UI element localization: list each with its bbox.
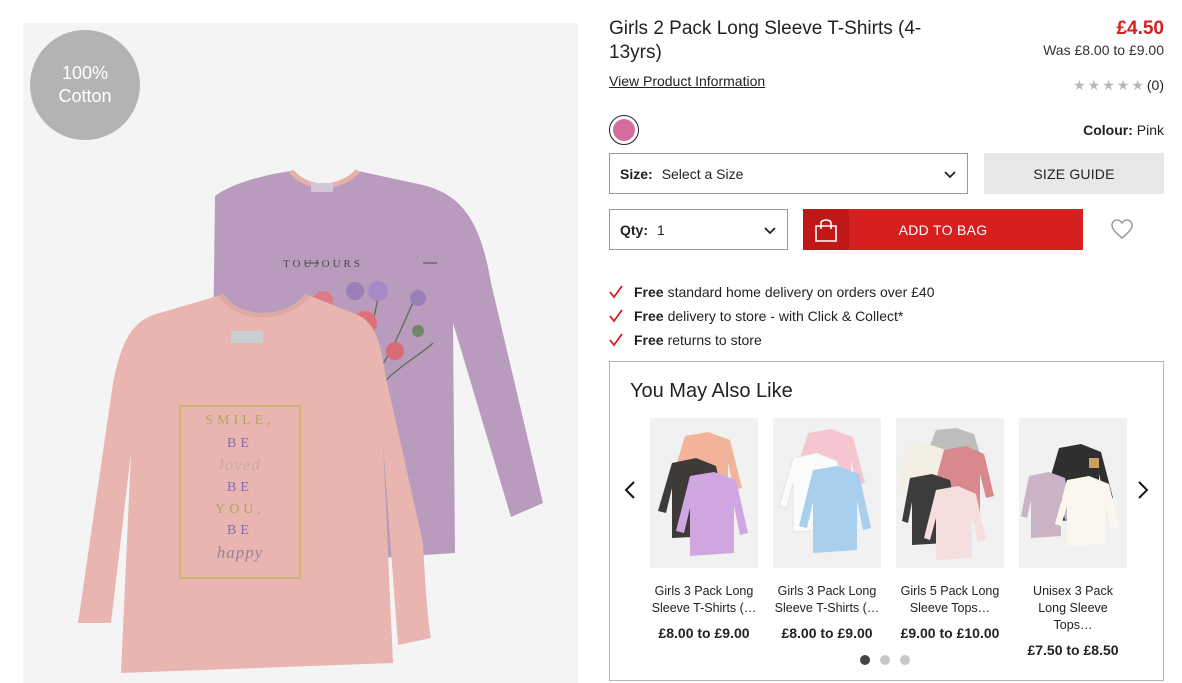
front-print-3: loved [219, 455, 261, 474]
chevron-right-icon[interactable] [1135, 480, 1151, 500]
rec-price: £9.00 to £10.00 [900, 625, 1000, 641]
quantity-dropdown[interactable]: Qty: 1 [609, 209, 788, 250]
qty-value: 1 [657, 221, 665, 238]
product-title: Girls 2 Pack Long Sleeve T-Shirts (4-13y… [609, 18, 922, 63]
front-print-2: BE [227, 436, 253, 451]
benefit-item: Free standard home delivery on orders ov… [609, 280, 935, 304]
benefit-bold: Free [634, 332, 664, 348]
rec-image [650, 418, 758, 568]
checkmark-icon [609, 333, 623, 347]
benefit-item: Free delivery to store - with Click & Co… [609, 304, 935, 328]
shopping-bag-icon [803, 209, 849, 250]
rec-card[interactable]: Unisex 3 Pack Long Sleeve Tops… £7.50 to… [1019, 418, 1127, 658]
back-print-text: TOUJOURS [283, 258, 363, 270]
star-icon: ★ [1073, 77, 1086, 93]
benefit-text: standard home delivery on orders over £4… [667, 284, 935, 300]
qty-label: Qty: [620, 221, 648, 238]
view-product-info-link[interactable]: View Product Information [609, 73, 765, 89]
benefit-item: Free returns to store [609, 328, 935, 352]
chevron-left-icon[interactable] [622, 480, 638, 500]
star-icon: ★ [1116, 77, 1130, 93]
carousel-pagination [860, 655, 910, 665]
benefit-text: delivery to store - with Click & Collect… [667, 308, 904, 324]
pagination-dot[interactable] [860, 655, 870, 665]
badge-line-2: Cotton [58, 86, 112, 106]
rec-card[interactable]: Girls 3 Pack Long Sleeve T-Shirts (… £8.… [650, 418, 758, 641]
chevron-down-icon [764, 227, 776, 235]
chevron-down-icon [944, 171, 956, 179]
rec-card[interactable]: Girls 5 Pack Long Sleeve Tops… £9.00 to … [896, 418, 1004, 641]
rec-card[interactable]: Girls 3 Pack Long Sleeve T-Shirts (… £8.… [773, 418, 881, 641]
rec-name: Girls 5 Pack Long Sleeve Tops… [900, 584, 1000, 615]
heart-icon[interactable] [1110, 218, 1134, 240]
checkmark-icon [609, 309, 623, 323]
colour-label: Colour: [1083, 122, 1133, 138]
checkmark-icon [609, 285, 623, 299]
pagination-dot[interactable] [880, 655, 890, 665]
size-dropdown[interactable]: Size: Select a Size [609, 153, 968, 194]
front-print-7: happy [217, 543, 264, 562]
product-image[interactable]: TOUJOURS SMILE, BE loved BE YOU, BE happ… [23, 23, 578, 683]
rec-image [896, 418, 1004, 568]
rec-image [1019, 418, 1127, 568]
star-icon: ★ [1087, 77, 1101, 93]
rec-name: Girls 3 Pack Long Sleeve T-Shirts (… [651, 584, 757, 615]
star-icon: ★ [1102, 77, 1115, 93]
you-may-also-like: You May Also Like Girls 3 Pack Long Slee… [609, 361, 1164, 681]
pink-shirt: SMILE, BE loved BE YOU, BE happy [78, 293, 431, 673]
size-label: Size: [620, 165, 653, 182]
recs-title: You May Also Like [630, 380, 793, 402]
colour-swatch-pink[interactable] [609, 115, 639, 145]
rating-count: (0) [1146, 77, 1164, 93]
add-to-bag-label: ADD TO BAG [898, 221, 988, 238]
rec-price: £8.00 to £9.00 [658, 625, 750, 641]
cotton-badge: 100% Cotton [30, 30, 140, 140]
size-value: Select a Size [661, 165, 744, 182]
front-print-6: BE [227, 523, 253, 538]
rec-name: Girls 3 Pack Long Sleeve T-Shirts (… [774, 584, 880, 615]
benefit-bold: Free [634, 308, 664, 324]
benefit-bold: Free [634, 284, 664, 300]
swatch-dot [613, 119, 635, 141]
front-print-4: BE [227, 480, 253, 495]
rec-price: £8.00 to £9.00 [781, 625, 873, 641]
front-print-1: SMILE, [205, 413, 275, 428]
delivery-benefits: Free standard home delivery on orders ov… [609, 280, 935, 352]
was-price: Was £8.00 to £9.00 [1043, 42, 1164, 58]
rating[interactable]: ★ ★ ★ ★ ★ (0) [1073, 77, 1164, 93]
size-guide-button[interactable]: SIZE GUIDE [984, 153, 1164, 194]
badge-line-1: 100% [61, 63, 109, 83]
colour-info: Colour: Pink [1083, 122, 1164, 138]
colour-value: Pink [1136, 122, 1164, 138]
pagination-dot[interactable] [900, 655, 910, 665]
rating-stars: ★ ★ ★ ★ ★ [1073, 78, 1144, 92]
rec-price: £7.50 to £8.50 [1027, 642, 1119, 658]
current-price: £4.50 [1116, 18, 1164, 39]
add-to-bag-button[interactable]: ADD TO BAG [803, 209, 1083, 250]
benefit-text: returns to store [667, 332, 762, 348]
rec-name: Unisex 3 Pack Long Sleeve Tops… [1033, 584, 1113, 632]
star-icon: ★ [1131, 77, 1144, 93]
front-print-5: YOU, [215, 502, 265, 517]
rec-image [773, 418, 881, 568]
